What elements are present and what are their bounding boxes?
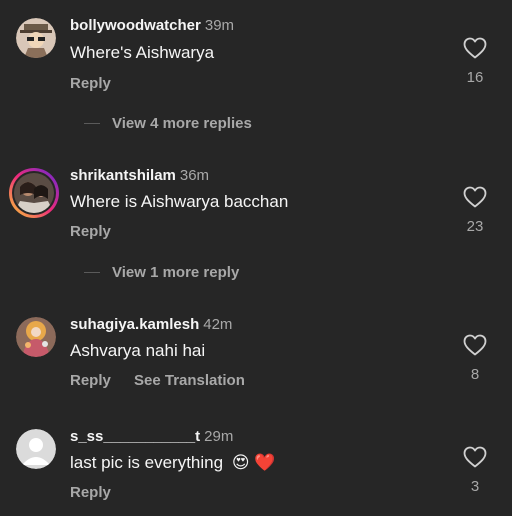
username-text[interactable]: bollywoodwatcher: [70, 17, 201, 34]
heart-icon[interactable]: [463, 446, 487, 468]
view-more-replies[interactable]: View 1 more reply: [84, 264, 239, 281]
heart-icon[interactable]: [463, 186, 487, 208]
username[interactable]: bollywoodwatcher 39m: [70, 17, 234, 34]
comment-text: Ashvarya nahi hai: [70, 341, 206, 360]
username[interactable]: s_ss___________t 29m: [70, 428, 233, 445]
reply-button[interactable]: Reply: [70, 75, 111, 92]
comment-text: Where's Aishwarya: [70, 43, 215, 62]
username-text[interactable]: s_ss___________t: [70, 428, 200, 445]
avatar[interactable]: [16, 317, 56, 357]
view-more-replies-label[interactable]: View 1 more reply: [112, 264, 239, 281]
username-text[interactable]: suhagiya.kamlesh: [70, 316, 199, 333]
heart-icon[interactable]: [463, 334, 487, 356]
like-count: 16: [466, 69, 484, 86]
avatar-photo: [12, 171, 56, 215]
comment-text: Where is Aishwarya bacchan: [70, 192, 289, 211]
reply-button[interactable]: Reply: [70, 484, 111, 501]
username[interactable]: shrikantshilam 36m: [70, 167, 209, 184]
see-translation-button[interactable]: See Translation: [134, 372, 245, 389]
username[interactable]: suhagiya.kamlesh 42m: [70, 316, 232, 333]
divider-line: [84, 272, 100, 273]
avatar[interactable]: [9, 168, 59, 218]
heart-icon[interactable]: [463, 37, 487, 59]
comment-time: 36m: [179, 167, 210, 184]
emoji-reaction: 😍 ❤️: [231, 453, 276, 472]
comment-time: 42m: [203, 316, 233, 333]
username-text[interactable]: shrikantshilam: [70, 167, 176, 184]
comment-text-body: last pic is everything: [70, 453, 224, 472]
like-count: 8: [470, 366, 480, 383]
photo-avatar-icon: [14, 173, 54, 213]
divider-line: [84, 123, 100, 124]
view-more-replies-label[interactable]: View 4 more replies: [112, 115, 252, 132]
reply-button[interactable]: Reply: [70, 372, 111, 389]
avatar[interactable]: [16, 18, 56, 58]
default-avatar-icon: [16, 429, 56, 469]
comment-text: last pic is everything 😍 ❤️: [70, 453, 275, 473]
reply-button[interactable]: Reply: [70, 223, 111, 240]
avatar[interactable]: [16, 429, 56, 469]
like-count: 23: [466, 218, 484, 235]
photo-avatar-icon: [16, 317, 56, 357]
like-count: 3: [470, 478, 480, 495]
cartoon-avatar-icon: [16, 18, 56, 58]
comment-time: 29m: [204, 428, 234, 445]
view-more-replies[interactable]: View 4 more replies: [84, 115, 252, 132]
comment-time: 39m: [204, 17, 235, 34]
